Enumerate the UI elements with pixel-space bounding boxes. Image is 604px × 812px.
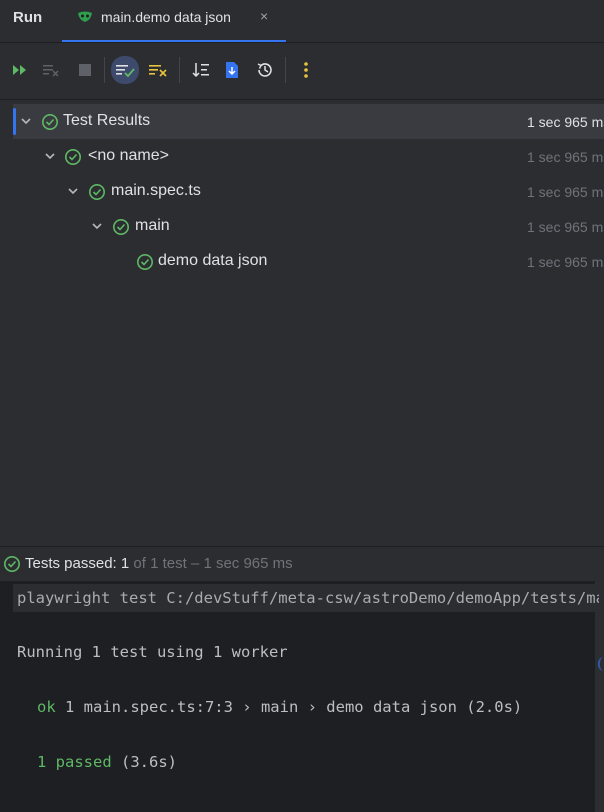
test-passed-icon	[65, 149, 81, 165]
test-passed-icon	[4, 556, 20, 572]
export-button[interactable]	[219, 57, 245, 83]
more-vertical-icon	[304, 62, 308, 78]
result-text: 1 main.spec.ts:7:3 › main › demo data js…	[55, 698, 523, 716]
tree-row-demo-data-json[interactable]: demo data json 1 sec 965 ms	[0, 244, 604, 279]
tree-row-label: main	[135, 217, 170, 234]
tree-row-label: main.spec.ts	[111, 182, 201, 199]
test-results-tree: Test Results 1 sec 965 ms <no name> 1 se…	[0, 100, 604, 545]
scroll-gutter-marker	[598, 657, 604, 671]
tree-row-duration: 1 sec 965 ms	[527, 254, 604, 270]
playwright-icon	[76, 9, 94, 30]
console-command-line: playwright test C:/devStuff/meta-csw/ast…	[13, 584, 599, 612]
test-passed-icon	[89, 184, 105, 200]
export-icon	[226, 62, 238, 78]
chevron-down-icon[interactable]	[67, 185, 79, 197]
tree-row-label: demo data json	[158, 252, 268, 269]
rerun-failed-button[interactable]	[38, 57, 64, 83]
console-line-running: Running 1 test using 1 worker	[17, 643, 288, 661]
rerun-button[interactable]	[7, 57, 33, 83]
toolbar-separator	[179, 57, 180, 83]
status-summary: Tests passed: 1 of 1 test – 1 sec 965 ms	[25, 555, 293, 572]
sort-button[interactable]	[188, 57, 214, 83]
status-detail: of 1 test – 1 sec 965 ms	[129, 555, 293, 572]
status-count: 1	[120, 555, 130, 572]
tree-row-no-name[interactable]: <no name> 1 sec 965 ms	[0, 139, 604, 174]
show-passed-icon	[116, 65, 135, 78]
more-button[interactable]	[293, 57, 319, 83]
toolbar-separator	[285, 57, 286, 83]
run-tool-window-title: Run	[13, 9, 43, 26]
status-prefix: Tests passed:	[25, 555, 121, 572]
test-passed-icon	[113, 219, 129, 235]
tree-row-duration: 1 sec 965 ms	[527, 149, 604, 165]
show-passed-toggle[interactable]	[111, 56, 139, 84]
passed-time: (3.6s)	[111, 753, 177, 771]
chevron-down-icon[interactable]	[20, 115, 32, 127]
history-button[interactable]	[252, 57, 278, 83]
tree-row-test-results[interactable]: Test Results 1 sec 965 ms	[13, 104, 604, 139]
stop-icon	[79, 64, 91, 76]
console-output[interactable]: playwright test C:/devStuff/meta-csw/ast…	[0, 581, 604, 812]
ok-marker: ok	[37, 698, 56, 716]
tree-row-main-spec-ts[interactable]: main.spec.ts 1 sec 965 ms	[0, 174, 604, 209]
console-line-result: ok 1 main.spec.ts:7:3 › main › demo data…	[37, 698, 522, 716]
tree-row-duration: 1 sec 965 ms	[527, 184, 604, 200]
show-ignored-toggle[interactable]	[145, 57, 171, 83]
toolbar-separator	[104, 57, 105, 83]
passed-count: 1 passed	[37, 753, 112, 771]
console-line-summary: 1 passed (3.6s)	[37, 753, 177, 771]
tree-row-label: Test Results	[63, 112, 151, 129]
chevron-down-icon[interactable]	[91, 220, 103, 232]
tree-row-main[interactable]: main 1 sec 965 ms	[0, 209, 604, 244]
rerun-failed-icon	[43, 65, 59, 77]
tree-row-label: <no name>	[88, 147, 169, 164]
stop-button[interactable]	[72, 57, 98, 83]
tab-label: main.demo data json	[101, 9, 231, 25]
selection-indicator	[13, 108, 16, 135]
run-toolbar	[0, 43, 604, 100]
tree-row-duration: 1 sec 965 ms	[527, 114, 604, 130]
chevron-down-icon[interactable]	[44, 150, 56, 162]
tree-row-duration: 1 sec 965 ms	[527, 219, 604, 235]
test-passed-icon	[42, 114, 58, 130]
test-passed-icon	[137, 254, 153, 270]
double-play-icon	[13, 65, 26, 75]
test-status-bar: Tests passed: 1 of 1 test – 1 sec 965 ms	[0, 546, 604, 581]
tab-main-demo-data-json[interactable]: main.demo data json ×	[62, 0, 286, 42]
tab-bar: Run main.demo data json ×	[0, 0, 604, 43]
sort-icon	[192, 63, 209, 78]
active-tab-indicator	[62, 40, 286, 42]
show-ignored-icon	[149, 65, 167, 77]
close-icon[interactable]: ×	[260, 8, 268, 24]
history-icon	[257, 63, 272, 77]
